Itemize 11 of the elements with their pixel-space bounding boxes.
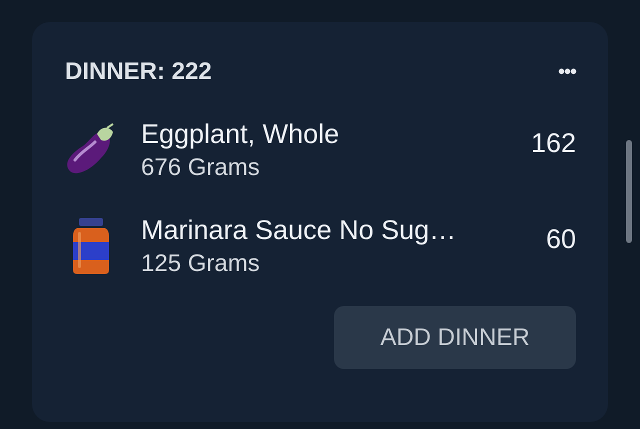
sauce-jar-icon <box>71 216 111 276</box>
food-amount: 125 Grams <box>141 250 261 278</box>
meal-title: DINNER: 222 <box>65 58 212 86</box>
food-calories: 60 <box>546 224 576 254</box>
food-name: Eggplant, Whole <box>141 118 340 150</box>
scrollbar[interactable] <box>626 140 632 243</box>
food-amount: 676 Grams <box>141 154 261 182</box>
more-menu-button[interactable]: ••• <box>558 60 576 84</box>
add-dinner-button[interactable]: ADD DINNER <box>334 306 576 369</box>
food-name: Marinara Sauce No Sug… <box>141 214 458 246</box>
food-calories: 162 <box>530 128 576 158</box>
